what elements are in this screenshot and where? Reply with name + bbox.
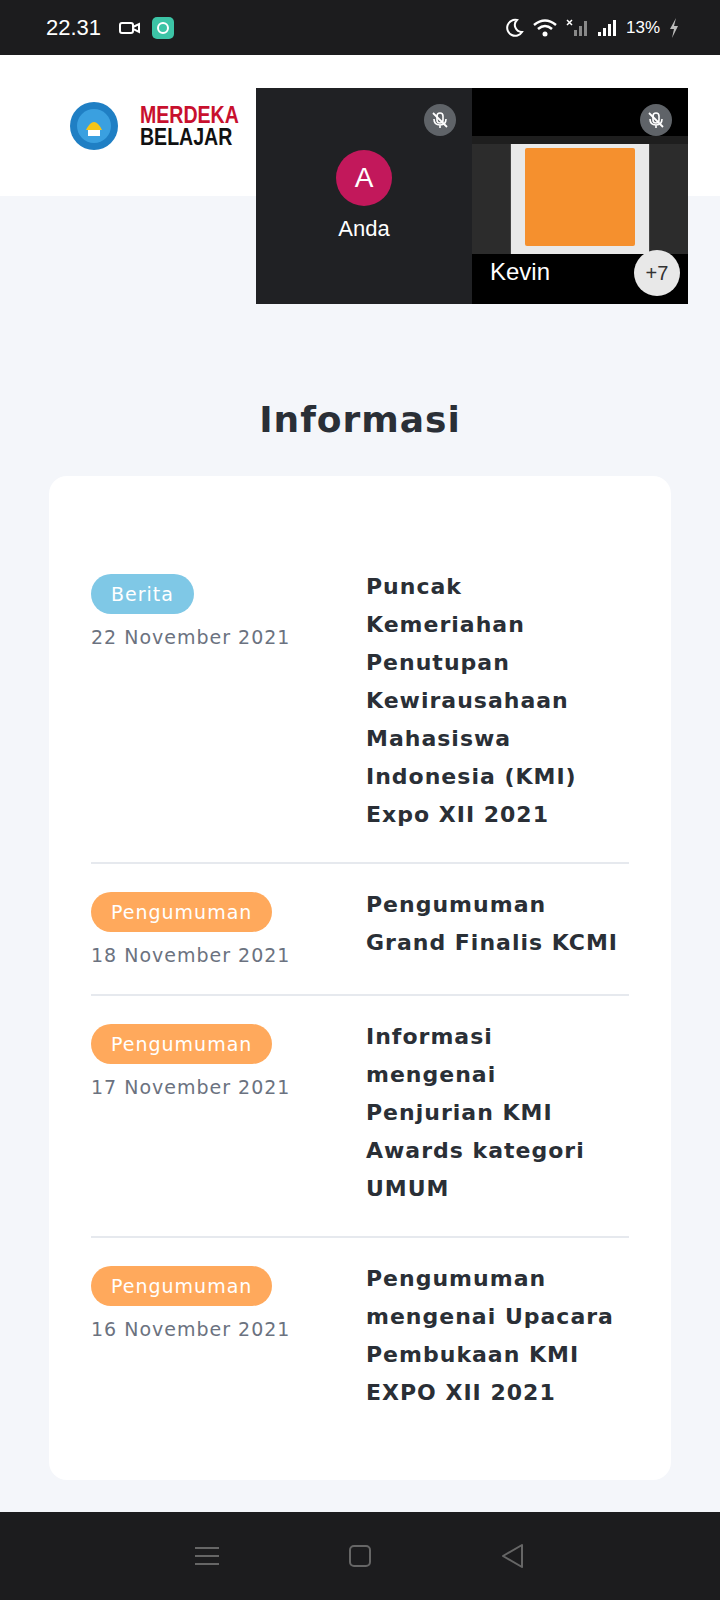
content: Informasi Berita 22 November 2021 Puncak… [0,196,720,1480]
date: 17 November 2021 [91,1076,290,1098]
battery-level: 13% [626,18,660,38]
screen-share-frame [472,136,688,254]
participant-tile[interactable]: Kevin +7 [472,88,688,304]
charging-icon [668,17,680,39]
navigation-bar [0,1512,720,1600]
info-title[interactable]: Puncak Kemeriahan Penutupan Kewirausahaa… [366,568,629,834]
app-icon [151,16,175,40]
merdeka-belajar-logo[interactable]: MERDEKA BELAJAR [140,104,239,148]
participant-tile[interactable]: A Anda [256,88,472,304]
participant-name: Kevin [490,258,550,286]
info-title[interactable]: Informasi mengenai Penjurian KMI Awards … [366,1018,629,1208]
participant-name: Anda [338,216,389,242]
info-card: Berita 22 November 2021 Puncak Kemeriaha… [49,476,671,1480]
mic-muted-icon [640,104,672,136]
kemdikbud-logo-icon[interactable] [68,100,120,152]
mic-muted-icon [424,104,456,136]
info-row[interactable]: Pengumuman 17 November 2021 Informasi me… [91,994,629,1236]
info-row[interactable]: Berita 22 November 2021 Puncak Kemeriaha… [91,546,629,862]
wifi-icon [532,18,558,38]
info-title[interactable]: Pengumuman mengenai Upacara Pembukaan KM… [366,1260,629,1412]
section-title: Informasi [259,396,461,444]
info-title[interactable]: Pengumuman Grand Finalis KCMI [366,886,629,966]
screen: 22.31 13% MERDEKA BELAJAR Informasi Beri… [0,0,720,1600]
category-badge: Pengumuman [91,1024,272,1064]
status-bar: 22.31 13% [0,0,720,55]
category-badge: Pengumuman [91,1266,272,1306]
menu-icon[interactable] [194,1545,220,1567]
avatar: A [336,150,392,206]
info-row[interactable]: Pengumuman 16 November 2021 Pengumuman m… [91,1236,629,1440]
date: 18 November 2021 [91,944,290,966]
category-badge: Berita [91,574,194,614]
category-badge: Pengumuman [91,892,272,932]
info-row[interactable]: Pengumuman 18 November 2021 Pengumuman G… [91,862,629,994]
back-icon[interactable] [500,1543,526,1569]
video-camera-icon [119,20,141,36]
moon-icon [504,18,524,38]
signal-off-icon [566,18,588,38]
call-overlay[interactable]: A Anda Kevin +7 [256,88,688,304]
time: 22.31 [46,15,101,41]
more-participants[interactable]: +7 [634,250,680,296]
date: 16 November 2021 [91,1318,290,1340]
home-icon[interactable] [348,1544,372,1568]
date: 22 November 2021 [91,626,290,648]
signal-icon [596,18,618,38]
